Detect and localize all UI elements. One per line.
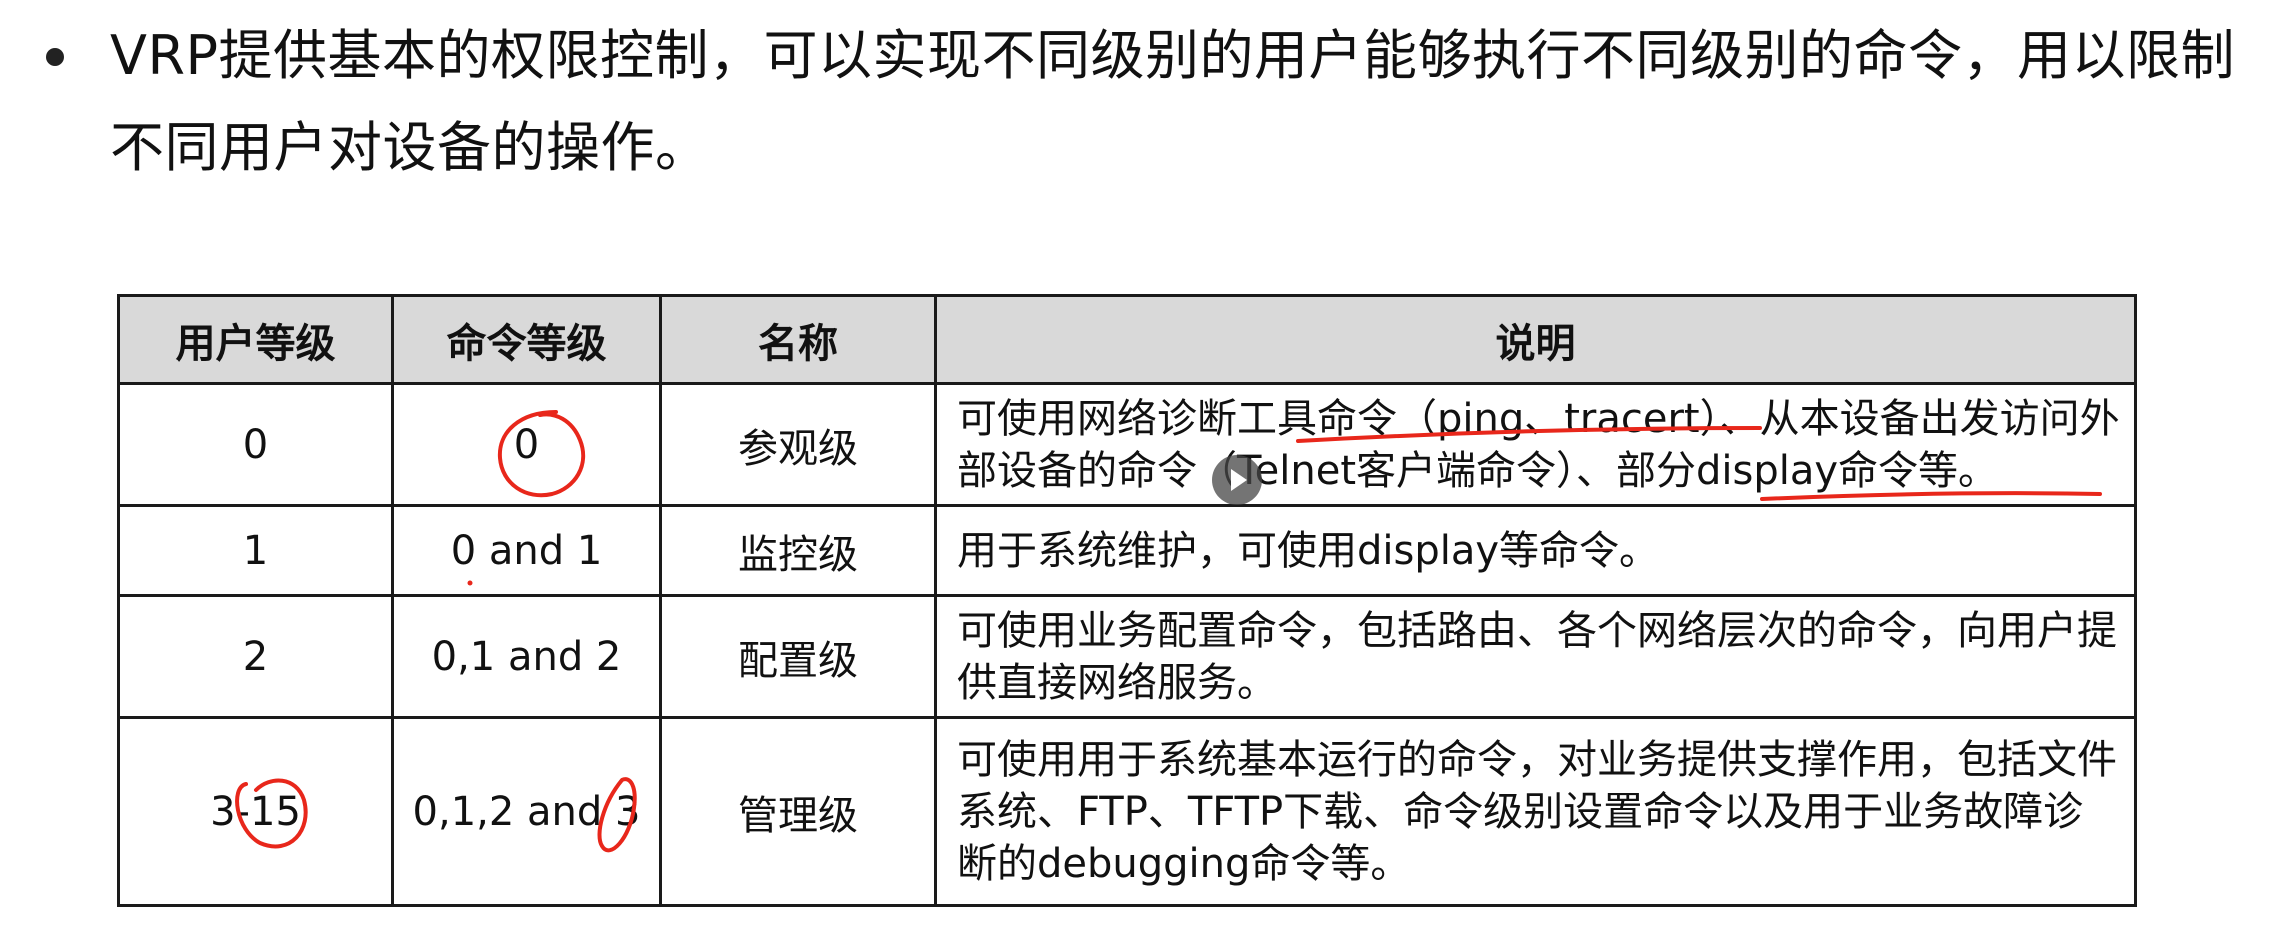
cell-description: 用于系统维护，可使用display等命令。 xyxy=(934,504,2137,597)
cell-name: 监控级 xyxy=(659,504,937,597)
table-row: 2 0,1 and 2 配置级 可使用业务配置命令，包括路由、各个网络层次的命令… xyxy=(117,594,2137,719)
intro-bullet: VRP提供基本的权限控制，可以实现不同级别的用户能够执行不同级别的命令，用以限制… xyxy=(40,10,2270,180)
table-row: 0 0 参观级 可使用网络诊断工具命令（ping、tracert）、从本设备出发… xyxy=(117,382,2137,507)
header-user-level: 用户等级 xyxy=(117,294,394,385)
cell-description: 可使用网络诊断工具命令（ping、tracert）、从本设备出发访问外部设备的命… xyxy=(934,382,2137,507)
cell-user-level: 1 xyxy=(117,504,394,597)
cell-command-level: 0,1,2 and 3 xyxy=(391,716,662,907)
cell-user-level: 3-15 xyxy=(117,716,394,907)
cell-command-level: 0 and 1 xyxy=(391,504,662,597)
permission-table: 用户等级 命令等级 名称 说明 0 0 参观级 可使用网络诊断工具命令（ping… xyxy=(117,294,2137,907)
header-description: 说明 xyxy=(934,294,2137,385)
cell-command-level: 0,1 and 2 xyxy=(391,594,662,719)
cell-command-level: 0 xyxy=(391,382,662,507)
table-row: 3-15 0,1,2 and 3 管理级 可使用用于系统基本运行的命令，对业务提… xyxy=(117,716,2137,907)
header-name: 名称 xyxy=(659,294,937,385)
cell-description: 可使用业务配置命令，包括路由、各个网络层次的命令，向用户提供直接网络服务。 xyxy=(934,594,2137,719)
play-icon[interactable] xyxy=(1212,455,1262,505)
header-command-level: 命令等级 xyxy=(391,294,662,385)
table-row: 1 0 and 1 监控级 用于系统维护，可使用display等命令。 xyxy=(117,504,2137,597)
cell-user-level: 0 xyxy=(117,382,394,507)
permission-table-wrap: 用户等级 命令等级 名称 说明 0 0 参观级 可使用网络诊断工具命令（ping… xyxy=(117,294,2137,907)
table-header-row: 用户等级 命令等级 名称 说明 xyxy=(117,294,2137,385)
cell-user-level: 2 xyxy=(117,594,394,719)
intro-text: VRP提供基本的权限控制，可以实现不同级别的用户能够执行不同级别的命令，用以限制… xyxy=(110,24,2236,179)
bullet-icon xyxy=(46,48,64,66)
cell-name: 参观级 xyxy=(659,382,937,507)
cell-name: 管理级 xyxy=(659,716,937,907)
cell-name: 配置级 xyxy=(659,594,937,719)
cell-description: 可使用用于系统基本运行的命令，对业务提供支撑作用，包括文件系统、FTP、TFTP… xyxy=(934,716,2137,907)
